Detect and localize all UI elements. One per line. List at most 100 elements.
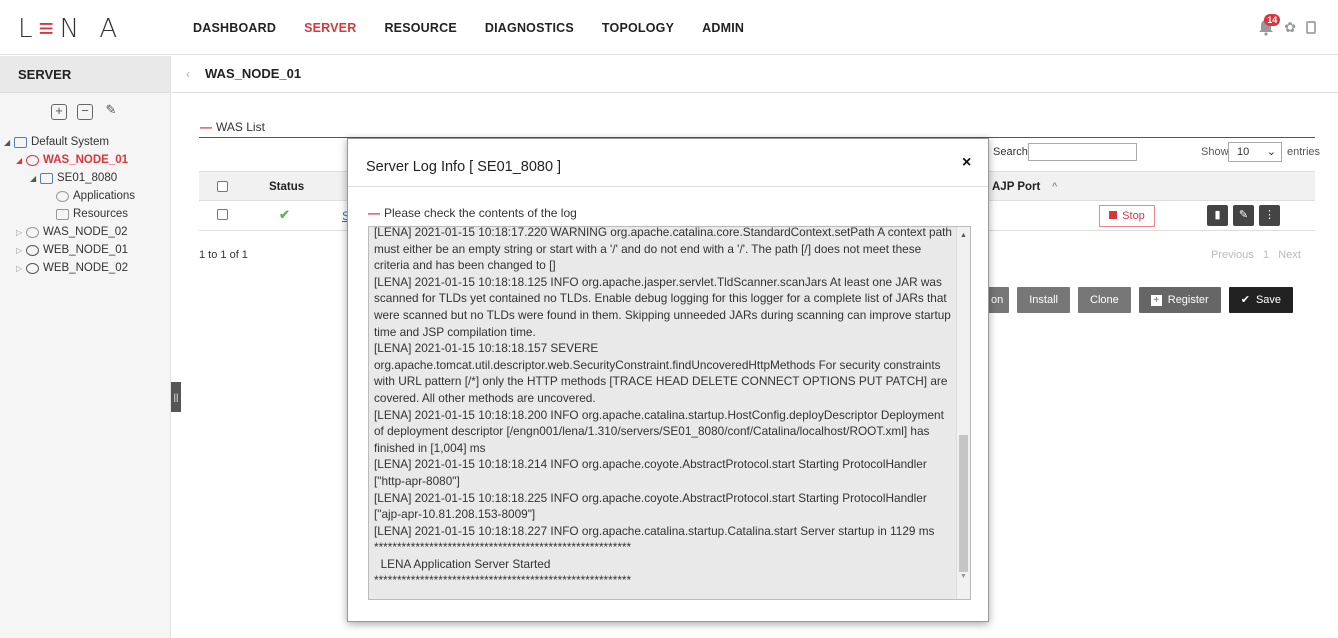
pager-page[interactable]: 1 — [1263, 249, 1269, 261]
clone-button[interactable]: Clone — [1078, 287, 1131, 313]
nav-item-server[interactable]: SERVER — [304, 21, 356, 35]
applications-icon — [56, 190, 69, 202]
close-icon[interactable]: × — [962, 154, 971, 172]
lena-logo[interactable]: L≡N A — [18, 13, 123, 44]
log-line: [LENA] 2021-01-15 10:18:18.225 INFO org.… — [374, 490, 931, 522]
pager: Previous 1 Next — [1211, 249, 1301, 261]
modal-subtitle: — Please check the contents of the log — [368, 206, 577, 220]
tree-item-default-system[interactable]: ◢ Default System — [4, 133, 170, 151]
select-all-checkbox[interactable] — [217, 181, 228, 192]
nav-item-dashboard[interactable]: DASHBOARD — [193, 21, 276, 35]
log-line: [LENA] 2021-01-15 10:18:18.157 SEVERE or… — [374, 341, 951, 405]
save-button[interactable]: ✔ Save — [1228, 287, 1294, 313]
bell-icon[interactable]: 14 — [1258, 14, 1281, 36]
chevron-left-icon[interactable]: ‹ — [186, 67, 190, 81]
remove-node-icon[interactable]: − — [77, 104, 93, 120]
search-input[interactable] — [1028, 143, 1137, 161]
expand-icon[interactable]: ◢ — [16, 156, 26, 165]
edit-node-icon[interactable]: ✎ — [103, 103, 119, 120]
section-title: — WAS List — [200, 120, 265, 134]
expand-icon[interactable]: ◢ — [30, 174, 40, 183]
chevron-down-icon: ⌄ — [1266, 146, 1276, 158]
log-line: [LENA] 2021-01-15 10:18:18.227 INFO org.… — [374, 523, 935, 538]
stop-button[interactable]: Stop — [1099, 205, 1155, 227]
tree-toolbar: + − ✎ — [0, 93, 170, 133]
logout-icon[interactable] — [1306, 20, 1316, 34]
main-header: ‹ WAS_NODE_01 — [172, 56, 1338, 93]
tree-item-applications[interactable]: Applications — [4, 187, 170, 205]
globe-icon — [26, 244, 39, 256]
top-navbar: L≡N A DASHBOARD SERVER RESOURCE DIAGNOSTICS… — [0, 0, 1338, 55]
column-status[interactable]: Status — [269, 181, 304, 193]
pager-previous[interactable]: Previous — [1211, 249, 1254, 261]
entries-select[interactable]: 10 ⌄ — [1228, 142, 1282, 162]
add-node-icon[interactable]: + — [51, 104, 67, 120]
server-log-modal: Server Log Info [ SE01_8080 ] × — Please … — [347, 138, 989, 622]
log-content: [LENA] 2021-01-15 10:18:17.220 WARNING o… — [374, 226, 956, 589]
tree-item-was-node-02[interactable]: ▷ WAS_NODE_02 — [4, 223, 170, 241]
divider — [348, 186, 988, 187]
entries-label: entries — [1287, 146, 1321, 158]
log-scrollbar[interactable]: ▲ ▼ — [956, 227, 970, 599]
collapse-icon[interactable]: ▷ — [16, 228, 26, 237]
log-line: [LENA] 2021-01-15 10:18:18.214 INFO org.… — [374, 457, 931, 488]
sidebar-title: SERVER — [0, 56, 170, 93]
collapse-icon[interactable]: ▷ — [16, 264, 26, 273]
log-line: [LENA] 2021-01-15 10:18:18.200 INFO org.… — [374, 407, 948, 455]
scroll-thumb[interactable] — [959, 435, 968, 572]
main-nav: DASHBOARD SERVER RESOURCE DIAGNOSTICS TOPOLO… — [193, 0, 772, 55]
nav-item-topology[interactable]: TOPOLOGY — [602, 21, 674, 35]
trash-icon[interactable]: ▮ — [1207, 205, 1228, 226]
checkmark-icon: ✔ — [1240, 294, 1250, 306]
pager-next[interactable]: Next — [1278, 249, 1301, 261]
scroll-up-icon[interactable]: ▲ — [960, 232, 967, 239]
page-title: WAS_NODE_01 — [205, 66, 302, 81]
plus-icon: + — [1150, 295, 1162, 306]
resources-icon — [56, 208, 69, 220]
top-icons: 14 ✿ — [1258, 14, 1316, 36]
sidebar: SERVER + − ✎ ◢ Default System ◢ WAS_NODE_0… — [0, 56, 171, 638]
tree-item-resources[interactable]: Resources — [4, 205, 170, 223]
pencil-icon[interactable]: ✎ — [1233, 205, 1254, 226]
gear-icon[interactable]: ✿ — [1284, 19, 1296, 36]
row-checkbox[interactable] — [217, 209, 228, 220]
collapse-icon[interactable]: ▷ — [16, 246, 26, 255]
register-button[interactable]: + Register — [1138, 287, 1221, 313]
log-line: ****************************************… — [374, 573, 632, 588]
tree-item-se01-8080[interactable]: ◢ SE01_8080 — [4, 169, 170, 187]
more-icon[interactable]: ⋮ — [1259, 205, 1280, 226]
globe-icon — [26, 262, 39, 274]
server-tree: ◢ Default System ◢ WAS_NODE_01 ◢ SE01_8080 … — [0, 133, 170, 277]
log-line: [LENA] 2021-01-15 10:18:17.220 WARNING o… — [374, 226, 956, 273]
notification-badge: 14 — [1264, 14, 1281, 26]
was-node-icon — [26, 154, 39, 166]
section-dash-icon: — — [368, 206, 380, 220]
nav-item-admin[interactable]: ADMIN — [702, 21, 744, 35]
server-instance-icon — [40, 172, 53, 184]
scroll-down-icon[interactable]: ▼ — [960, 573, 967, 580]
modal-title: Server Log Info [ SE01_8080 ] — [366, 159, 562, 175]
log-textarea[interactable]: [LENA] 2021-01-15 10:18:17.220 WARNING o… — [368, 226, 971, 600]
show-label: Show — [1201, 146, 1229, 158]
section-dash-icon: — — [200, 120, 212, 134]
search-label: Search — [993, 146, 1028, 158]
pager-info: 1 to 1 of 1 — [199, 249, 248, 261]
sort-icon[interactable]: ^ — [1052, 181, 1057, 191]
log-line: LENA Application Server Started — [374, 556, 551, 571]
action-bar: on Install Clone + Register ✔ Save — [985, 287, 1294, 313]
column-ajp-port[interactable]: AJP Port — [992, 181, 1040, 193]
nav-item-diagnostics[interactable]: DIAGNOSTICS — [485, 21, 574, 35]
install-button[interactable]: Install — [1017, 287, 1070, 313]
log-line: [LENA] 2021-01-15 10:18:18.125 INFO org.… — [374, 274, 955, 339]
log-line: ****************************************… — [374, 540, 632, 555]
was-node-icon — [26, 226, 39, 238]
tree-item-web-node-02[interactable]: ▷ WEB_NODE_02 — [4, 259, 170, 277]
sidebar-collapse-handle[interactable]: || — [171, 382, 181, 412]
expand-icon[interactable]: ◢ — [4, 138, 14, 147]
tree-item-web-node-01[interactable]: ▷ WEB_NODE_01 — [4, 241, 170, 259]
tree-item-was-node-01[interactable]: ◢ WAS_NODE_01 — [4, 151, 170, 169]
check-icon: ✔ — [279, 207, 290, 222]
nav-item-resource[interactable]: RESOURCE — [384, 21, 456, 35]
system-icon — [14, 136, 27, 148]
stop-icon — [1109, 211, 1118, 219]
